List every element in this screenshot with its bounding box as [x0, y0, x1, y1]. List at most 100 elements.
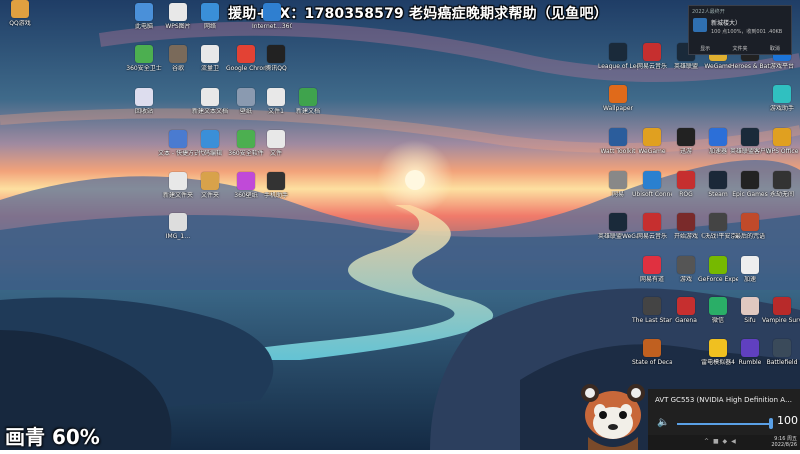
tray-network-icon[interactable]: ◆: [723, 438, 729, 445]
notification-action-show[interactable]: 显示: [700, 45, 710, 52]
notification-action-cancel[interactable]: 取消: [770, 45, 780, 52]
shortcut-label: 网络: [203, 23, 216, 30]
app-icon: [643, 43, 661, 61]
app-icon: [773, 85, 791, 103]
chrome-icon: [237, 45, 255, 63]
left-desktop-shortcut[interactable]: 代码编辑: [190, 130, 230, 170]
shortcut-label: 手机助手: [263, 192, 288, 199]
lol-icon: [609, 213, 627, 231]
right-desktop-shortcut[interactable]: Vampire Survivors: [762, 297, 800, 337]
app-icon: [643, 297, 661, 315]
gauge-icon: [741, 256, 759, 274]
left-desktop-shortcut[interactable]: IMG_1…: [158, 213, 198, 253]
left-desktop-shortcut[interactable]: 流量卫: [190, 45, 230, 85]
left-desktop-shortcut[interactable]: 文件夹: [190, 172, 230, 212]
app-icon: [677, 171, 695, 189]
volume-row: 🔈 100: [657, 414, 798, 430]
computer-icon: [135, 3, 153, 21]
shortcut-label: 文件: [269, 150, 282, 157]
shortcut-label: 永劫无间: [769, 191, 794, 198]
red-panda-avatar-icon: [581, 384, 645, 450]
app-icon: [677, 297, 695, 315]
shortcut-label: WPS Office: [765, 148, 799, 155]
shortcut-label: 加速: [743, 276, 756, 283]
app-icon: [773, 297, 791, 315]
nvidia-icon: [709, 256, 727, 274]
volume-slider-thumb[interactable]: [769, 418, 773, 429]
left-desktop-shortcut[interactable]: 手机助手: [256, 172, 296, 212]
app-icon: [677, 213, 695, 231]
app-icon: [773, 128, 791, 146]
phone-file-icon: [169, 213, 187, 231]
tray-chevron-icon[interactable]: ^: [704, 438, 710, 445]
file-icon: [267, 130, 285, 148]
right-desktop-shortcut[interactable]: 游戏助手: [762, 85, 800, 125]
shortcut-label: Vampire Survivors: [762, 317, 800, 324]
left-desktop-shortcut[interactable]: 回收站: [124, 88, 164, 128]
right-desktop-shortcut[interactable]: Wallpaper: [598, 85, 638, 125]
shortcut-label: 流量卫: [200, 65, 219, 72]
shortcut-label: 游戏助手: [769, 105, 794, 112]
app-icon: [773, 171, 791, 189]
shortcut-label: 回收站: [134, 108, 153, 115]
volume-value: 100: [777, 414, 798, 427]
app-icon: [677, 256, 695, 274]
app-icon: [11, 0, 29, 18]
speaker-icon[interactable]: 🔈: [657, 417, 669, 428]
taskbar: ^ ■ ◆ ◀ 9:16 周五 2022/8/26: [648, 435, 800, 450]
audio-device-name[interactable]: AVT GC553 (NVIDIA High Definition A…: [655, 396, 792, 404]
app-icon: [677, 128, 695, 146]
lol-icon: [741, 128, 759, 146]
app-icon: [741, 213, 759, 231]
left-desktop-shortcut[interactable]: Internet…360安全卫: [252, 3, 292, 43]
right-desktop-shortcut[interactable]: 加速: [730, 256, 770, 296]
file-icon: [169, 172, 187, 190]
right-desktop-shortcut[interactable]: 最后的咒语: [730, 213, 770, 253]
left-desktop-shortcut[interactable]: 网络: [190, 3, 230, 43]
app-icon: [741, 297, 759, 315]
streamer-webcam: [578, 375, 648, 450]
tray-volume-icon[interactable]: ◀: [731, 438, 737, 445]
right-desktop-shortcut[interactable]: WPS Office: [762, 128, 800, 168]
right-desktop-shortcut[interactable]: 永劫无间: [762, 171, 800, 211]
right-desktop-shortcut[interactable]: State of Decay 2: [632, 339, 672, 379]
left-desktop-shortcut[interactable]: 新建文本文档: [190, 88, 230, 128]
qq-icon: [267, 45, 285, 63]
file-icon: [201, 88, 219, 106]
left-desktop-shortcut[interactable]: 文件: [256, 130, 296, 170]
doc-icon: [169, 130, 187, 148]
recycle-bin-icon: [135, 88, 153, 106]
app-icon: [709, 213, 727, 231]
volume-slider-track[interactable]: [677, 423, 771, 425]
shortcut-label: Battlefield: [766, 359, 798, 366]
tray-app-icon[interactable]: ■: [713, 438, 720, 445]
doc-icon: [299, 88, 317, 106]
left-desktop-shortcut[interactable]: 腾讯QQ: [256, 45, 296, 85]
download-notification[interactable]: 2022人最终开 新城楼大） 100 点100%，收到001 .40KB 显示 …: [688, 5, 792, 55]
shortcut-label: Internet…360安全卫: [252, 23, 292, 30]
left-desktop-shortcut[interactable]: 新建文档: [288, 88, 328, 128]
shortcut-label: IMG_1…: [165, 233, 191, 240]
notification-action-folder[interactable]: 文件夹: [732, 45, 747, 52]
file-icon: [169, 3, 187, 21]
right-desktop-shortcut[interactable]: QQ游戏: [0, 0, 40, 40]
app-icon: [643, 128, 661, 146]
app-icon: [609, 128, 627, 146]
steam-icon: [709, 171, 727, 189]
notification-app-icon: [693, 18, 707, 32]
network-icon: [201, 3, 219, 21]
notification-actions: 显示 文件夹 取消: [689, 45, 791, 52]
image-icon: [237, 88, 255, 106]
wechat-icon: [709, 297, 727, 315]
app-icon: [709, 339, 727, 357]
app-icon: [169, 45, 187, 63]
volume-flyout: AVT GC553 (NVIDIA High Definition A… 🔈 1…: [648, 389, 800, 435]
shortcut-label: 新建文本文档: [191, 108, 228, 115]
system-tray[interactable]: ^ ■ ◆ ◀: [704, 438, 737, 445]
folder-icon: [201, 172, 219, 190]
taskbar-clock[interactable]: 9:16 周五 2022/8/26: [771, 436, 797, 448]
right-desktop-shortcut[interactable]: Battlefield: [762, 339, 800, 379]
shortcut-label: 腾讯QQ: [265, 65, 287, 72]
shortcut-label: Wallpaper: [602, 105, 633, 112]
clock-date: 2022/8/26: [771, 442, 797, 448]
